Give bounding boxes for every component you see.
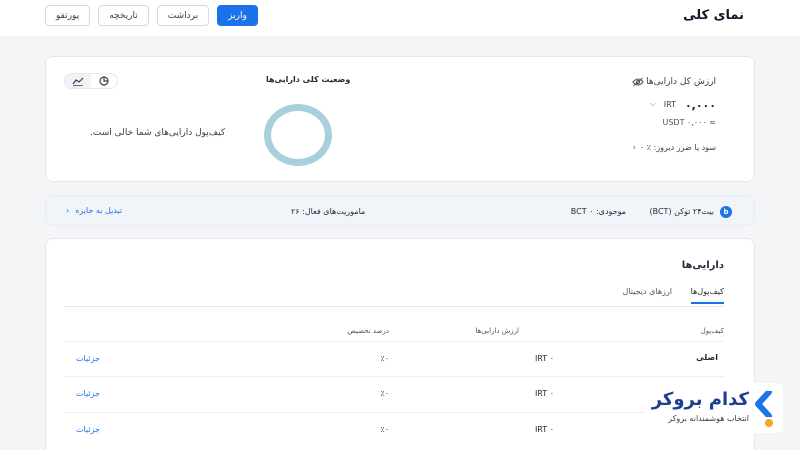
bct-balance: موجودی: ۰ BCT (570, 207, 626, 216)
header-tabs: واریز برداشت تاریخچه پورتفو (45, 5, 258, 26)
top-bar: نمای کلی واریز برداشت تاریخچه پورتفو (0, 0, 800, 36)
wallet-name: اصلی (696, 353, 718, 362)
tab-deposit[interactable]: واریز (217, 5, 258, 26)
currency-unit: IRT (663, 100, 676, 109)
wallet-percent: ٪۰ (380, 425, 389, 434)
column-header-percent: درصد تخصیص (347, 327, 389, 335)
details-link[interactable]: جزئیات (76, 389, 100, 398)
column-header-wallet: کیف‌پول (700, 327, 724, 335)
bct-token-name: بیت۲۴ توکن (BCT) (649, 207, 714, 216)
chevron-down-icon[interactable]: ⌵ (650, 99, 656, 109)
assets-title: دارایی‌ها (681, 260, 724, 271)
brand-watermark: کدام بروکر انتخاب هوشمندانه بروکر (645, 383, 783, 433)
wallet-value: IRT ۰ (534, 425, 554, 434)
chart-view-toggle[interactable] (64, 73, 118, 89)
active-missions: ماموریت‌های فعال: ۲۶ (291, 207, 366, 216)
tab-digital-currencies[interactable]: ارزهای دیجیتال (623, 287, 672, 302)
column-header-value: ارزش دارایی‌ها (475, 327, 519, 335)
chevron-left-icon[interactable]: ‹ (632, 143, 636, 153)
line-chart-icon[interactable] (65, 74, 91, 88)
total-value-label: ارزش کل دارایی‌ها (646, 77, 716, 87)
empty-wallet-message: کیف‌پول دارایی‌های شما خالی است. (90, 128, 226, 138)
wallet-value: IRT ۰ (534, 389, 554, 398)
empty-donut-chart (264, 104, 332, 166)
irt-total-value: ۰,۰۰۰ (684, 99, 716, 112)
details-link[interactable]: جزئیات (76, 425, 100, 434)
row-divider (64, 376, 724, 377)
brand-tagline: انتخاب هوشمندانه بروکر (668, 414, 749, 423)
summary-card: ارزش کل دارایی‌ها ۰,۰۰۰ IRT ⌵ ≈ ۰,۰۰۰ US… (45, 56, 755, 182)
chevron-left-icon: ‹ (66, 206, 70, 215)
assets-tab-bar: کیف‌پول‌ها ارزهای دیجیتال (64, 287, 724, 307)
tab-wallets[interactable]: کیف‌پول‌ها (690, 287, 724, 304)
wallet-percent: ٪۰ (380, 354, 389, 363)
bct-logo-icon: b (720, 206, 732, 218)
yesterday-pnl[interactable]: سود یا ضرر دیروز: ٪ ۰ (640, 143, 716, 152)
pie-chart-icon[interactable] (91, 74, 117, 88)
brand-logo-icon (755, 391, 772, 417)
tab-portfolio[interactable]: پورتفو (45, 5, 91, 26)
usdt-equivalent: ≈ ۰,۰۰۰ USDT (662, 118, 716, 127)
eye-off-icon[interactable] (632, 77, 644, 87)
details-link[interactable]: جزئیات (76, 354, 100, 363)
bct-token-bar: b بیت۲۴ توکن (BCT) موجودی: ۰ BCT ماموریت… (45, 195, 755, 226)
tab-history[interactable]: تاریخچه (98, 5, 149, 26)
wallet-percent: ٪۰ (380, 389, 389, 398)
page-title: نمای کلی (683, 8, 744, 23)
brand-name: کدام بروکر (651, 389, 749, 410)
row-divider (64, 412, 724, 413)
convert-to-reward-link[interactable]: تبدیل به جایزه ‹ (66, 206, 122, 215)
brand-dot-icon (765, 419, 773, 427)
tab-withdraw[interactable]: برداشت (156, 5, 210, 26)
wallet-value: IRT ۰ (534, 354, 554, 363)
asset-status-title: وضعیت کلی دارایی‌ها (266, 75, 351, 84)
row-divider (64, 341, 724, 342)
convert-label: تبدیل به جایزه (75, 206, 123, 215)
